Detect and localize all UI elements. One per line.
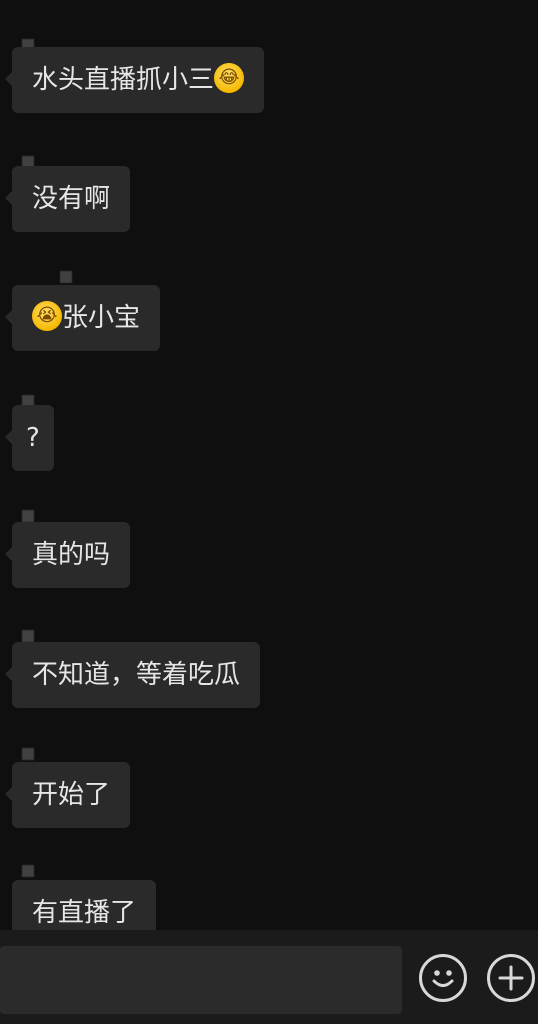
message-bubble[interactable]: 😭 张小宝 [4,285,161,351]
message-text: 开始了 [32,780,111,810]
emoji-button[interactable] [419,954,467,1002]
sender-name-blurred [22,745,44,760]
message-text: ? [26,423,40,453]
message-text: 没有啊 [32,184,111,214]
message-text: 有直播了 [32,898,137,928]
laughing-tears-emoji-icon: 😂 [214,62,245,93]
sender-name-blurred [22,153,44,187]
message-text: 真的吗 [32,540,111,570]
message-text: 水头直播抓小三 [32,65,215,95]
sender-name-blurred [22,627,44,661]
message-bubble[interactable]: 有直播了 [12,880,157,930]
plus-button[interactable] [487,954,535,1002]
message-bubble[interactable]: 开始了 [4,762,131,828]
sender-name-blurred [22,862,44,896]
crying-emoji-icon: 😭 [32,300,62,331]
message-bubble[interactable]: 水头直播抓小三 😂 [4,47,265,113]
emoji-face-icon [432,970,454,987]
message-input[interactable] [0,946,402,1014]
message-bubble[interactable]: 没有啊 [4,166,131,232]
input-toolbar [0,930,538,1024]
message-text: 不知道，等着吃瓜 [32,660,241,690]
chat-message-list: 水头直播抓小三 😂 没有啊 😭 张小宝 ? 真的吗 不知道，等着吃瓜 开始了 有… [0,0,538,930]
plus-circle-icon [498,965,524,991]
sender-name-blurred [22,507,44,522]
message-bubble[interactable]: 不知道，等着吃瓜 [4,642,261,708]
message-text: 张小宝 [62,303,141,333]
sender-name-blurred [60,268,82,283]
message-bubble[interactable]: ? [5,405,54,471]
sender-name-blurred [22,392,44,426]
message-bubble[interactable]: 真的吗 [4,522,131,588]
